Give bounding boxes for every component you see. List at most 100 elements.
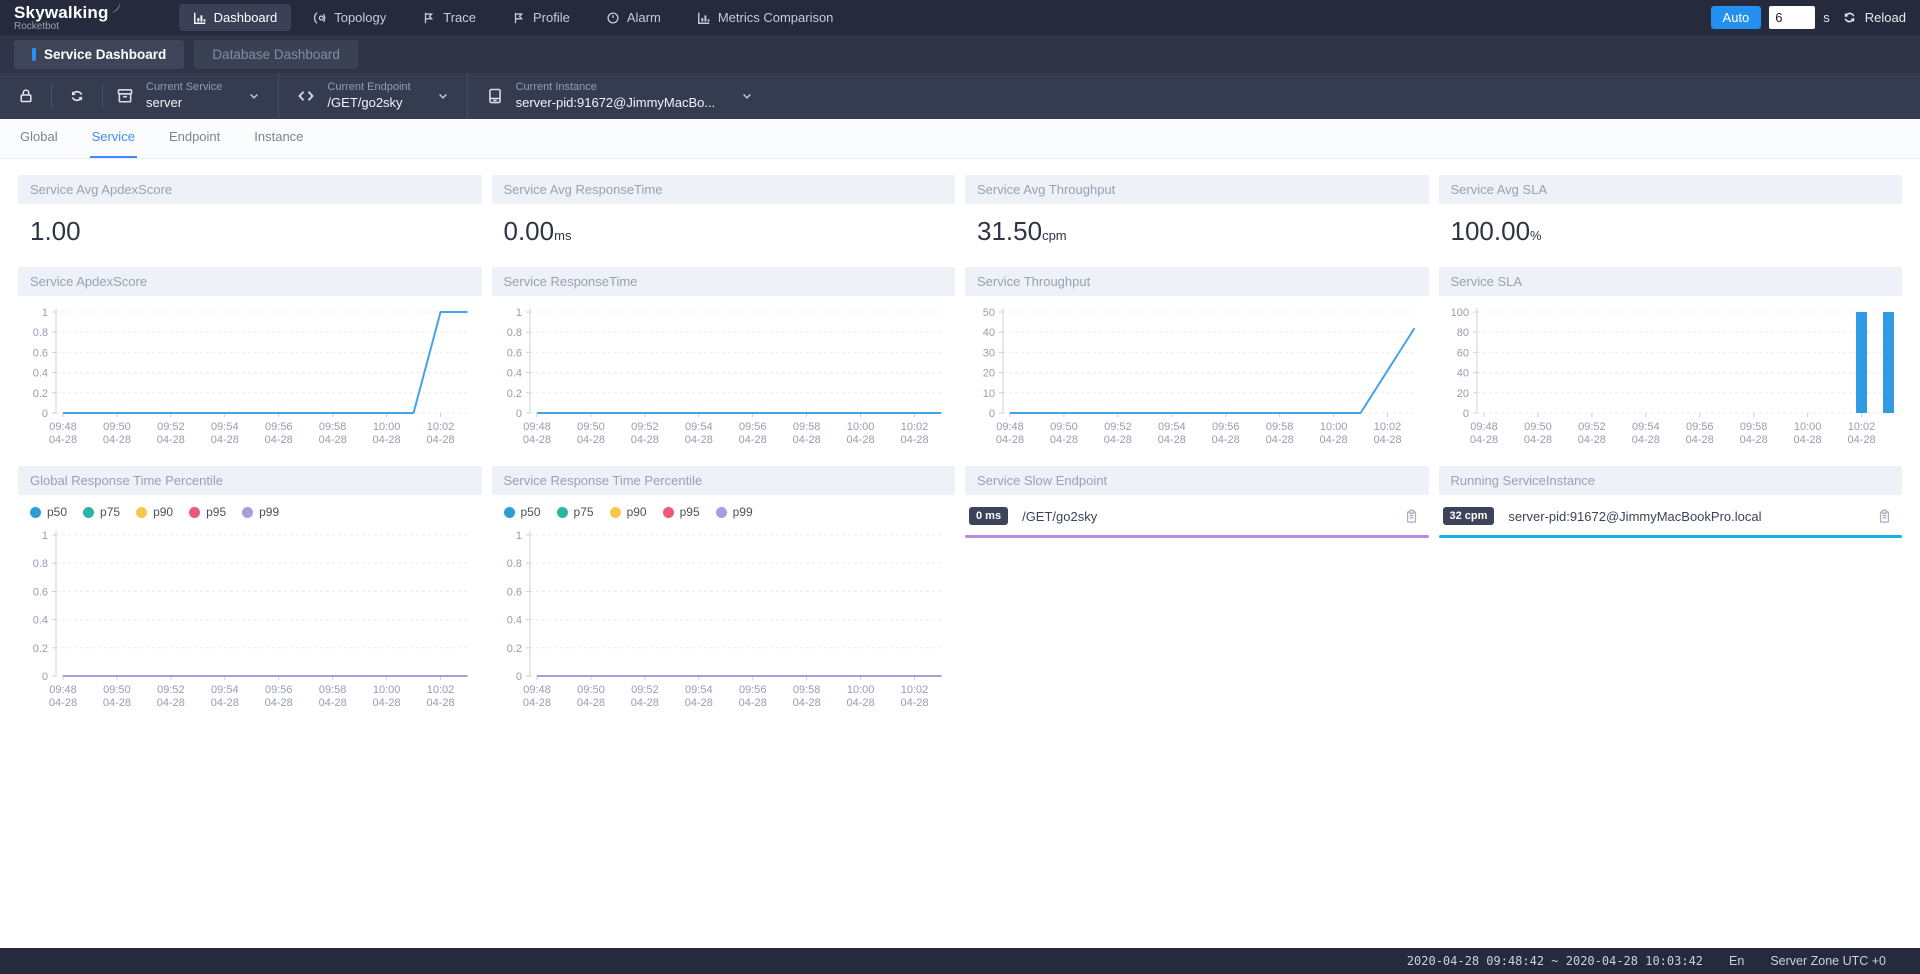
current-endpoint-value: /GET/go2sky: [327, 95, 410, 111]
time-range[interactable]: 2020-04-28 09:48:42 ~ 2020-04-28 10:03:4…: [1407, 954, 1703, 968]
current-instance-selector[interactable]: Current Instance server-pid:91672@JimmyM…: [486, 81, 754, 111]
nav-alarm[interactable]: Alarm: [592, 4, 675, 31]
tab-database-dashboard[interactable]: Database Dashboard: [194, 40, 358, 69]
svg-text:09:5204-28: 09:5204-28: [157, 421, 185, 446]
legend-item-p99[interactable]: p99: [716, 505, 753, 519]
svg-text:09:5804-28: 09:5804-28: [1266, 421, 1294, 446]
trace-icon: [422, 11, 436, 25]
legend-item-p75[interactable]: p75: [557, 505, 594, 519]
current-endpoint-selector[interactable]: Current Endpoint /GET/go2sky: [297, 81, 448, 111]
nav-topology[interactable]: Topology: [299, 4, 400, 31]
metric-value: 1.00: [30, 216, 81, 246]
svg-text:09:4804-28: 09:4804-28: [49, 684, 77, 709]
chevron-down-icon: [741, 90, 753, 102]
global-percentile-card: Global Response Time Percentile p50p75p9…: [18, 466, 482, 715]
metric-unit: cpm: [1042, 228, 1067, 243]
tab-endpoint[interactable]: Endpoint: [167, 129, 222, 158]
tab-service[interactable]: Service: [90, 129, 137, 158]
svg-text:10:0204-28: 10:0204-28: [1373, 421, 1401, 446]
main-nav: Dashboard Topology Trace Profile Alarm: [179, 4, 848, 31]
nav-profile[interactable]: Profile: [498, 4, 584, 31]
legend-item-p50[interactable]: p50: [504, 505, 541, 519]
footer-bar: 2020-04-28 09:48:42 ~ 2020-04-28 10:03:4…: [0, 948, 1920, 974]
metric-card-responsetime: Service Avg ResponseTime 0.00ms: [492, 175, 956, 253]
svg-text:0.8: 0.8: [506, 558, 521, 570]
legend-dot: [716, 507, 727, 518]
scope-tabs: Global Service Endpoint Instance: [0, 119, 1920, 159]
svg-text:10: 10: [983, 388, 995, 400]
legend-dot: [136, 507, 147, 518]
svg-text:09:5404-28: 09:5404-28: [684, 684, 712, 709]
service-throughput-chart: 5040302010009:4804-2809:5004-2809:5204-2…: [965, 302, 1429, 452]
current-endpoint-label: Current Endpoint: [327, 81, 410, 95]
legend-item-p95[interactable]: p95: [189, 505, 226, 519]
legend-item-p90[interactable]: p90: [136, 505, 173, 519]
toolbar-divider: [51, 84, 52, 108]
logo-subtitle: Rocketbot: [14, 22, 123, 32]
nav-dashboard[interactable]: Dashboard: [179, 4, 292, 31]
svg-text:09:5004-28: 09:5004-28: [576, 421, 604, 446]
legend-item-p90[interactable]: p90: [610, 505, 647, 519]
svg-text:20: 20: [1456, 388, 1468, 400]
nav-trace[interactable]: Trace: [408, 4, 490, 31]
svg-text:10:0204-28: 10:0204-28: [900, 421, 928, 446]
server-zone[interactable]: Server Zone UTC +0: [1770, 954, 1886, 968]
percentile-legend: p50 p75 p90 p95 p99: [18, 495, 482, 519]
topology-icon: [313, 11, 327, 25]
slow-endpoint-card: Service Slow Endpoint 0 ms /GET/go2sky: [965, 466, 1429, 715]
current-service-label: Current Service: [146, 81, 222, 95]
legend-item-p75[interactable]: p75: [83, 505, 120, 519]
legend-item-p99[interactable]: p99: [242, 505, 279, 519]
svg-text:09:5404-28: 09:5404-28: [684, 421, 712, 446]
svg-text:0.8: 0.8: [33, 558, 48, 570]
tab-instance[interactable]: Instance: [252, 129, 305, 158]
legend-dot: [83, 507, 94, 518]
nav-metrics-comparison[interactable]: Metrics Comparison: [683, 4, 848, 31]
card-title: Running ServiceInstance: [1439, 466, 1903, 495]
svg-text:09:5004-28: 09:5004-28: [1050, 421, 1078, 446]
tab-service-dashboard[interactable]: Service Dashboard: [14, 40, 184, 69]
chart-card-responsetime: Service ResponseTime 10.80.60.40.2009:48…: [492, 267, 956, 452]
auto-button[interactable]: Auto: [1711, 6, 1762, 29]
bottom-cards-row: Global Response Time Percentile p50p75p9…: [18, 466, 1902, 715]
svg-text:60: 60: [1456, 347, 1468, 359]
svg-text:09:5004-28: 09:5004-28: [103, 421, 131, 446]
endpoint-progress-bar: [965, 535, 1429, 538]
language-switcher[interactable]: En: [1729, 954, 1744, 968]
svg-text:1: 1: [42, 307, 48, 319]
card-title: Service Response Time Percentile: [492, 466, 956, 495]
svg-text:40: 40: [1456, 368, 1468, 380]
current-service-selector[interactable]: Current Service server: [116, 81, 260, 111]
svg-text:10:0004-28: 10:0004-28: [1320, 421, 1348, 446]
svg-text:1: 1: [515, 530, 521, 542]
card-title: Service ApdexScore: [18, 267, 482, 296]
card-title: Service SLA: [1439, 267, 1903, 296]
nav-dashboard-label: Dashboard: [214, 10, 278, 25]
nav-alarm-label: Alarm: [627, 10, 661, 25]
svg-text:10:0004-28: 10:0004-28: [373, 421, 401, 446]
svg-text:1: 1: [42, 530, 48, 542]
clipboard-copy-icon[interactable]: [1404, 509, 1419, 524]
metric-card-apdex: Service Avg ApdexScore 1.00: [18, 175, 482, 253]
metric-unit: ms: [554, 228, 571, 243]
reload-icon[interactable]: [1842, 10, 1857, 25]
tab-global[interactable]: Global: [18, 129, 60, 158]
svg-text:100: 100: [1450, 307, 1468, 319]
nav-profile-label: Profile: [533, 10, 570, 25]
toolbar-group-divider: [467, 73, 468, 119]
service-apdexscore-chart: 10.80.60.40.2009:4804-2809:5004-2809:520…: [18, 302, 482, 452]
svg-text:0.2: 0.2: [506, 643, 521, 655]
reload-label[interactable]: Reload: [1865, 10, 1906, 25]
svg-text:09:4804-28: 09:4804-28: [49, 421, 77, 446]
card-title: Service Avg ResponseTime: [492, 175, 956, 204]
svg-text:0: 0: [515, 408, 521, 420]
lock-icon[interactable]: [14, 88, 38, 104]
legend-item-p50[interactable]: p50: [30, 505, 67, 519]
clipboard-copy-icon[interactable]: [1877, 509, 1892, 524]
reload-interval-input[interactable]: [1769, 6, 1815, 29]
legend-item-p95[interactable]: p95: [663, 505, 700, 519]
svg-text:09:4804-28: 09:4804-28: [522, 421, 550, 446]
current-service-value: server: [146, 95, 222, 111]
svg-text:0.6: 0.6: [506, 586, 521, 598]
sync-icon[interactable]: [65, 88, 89, 104]
